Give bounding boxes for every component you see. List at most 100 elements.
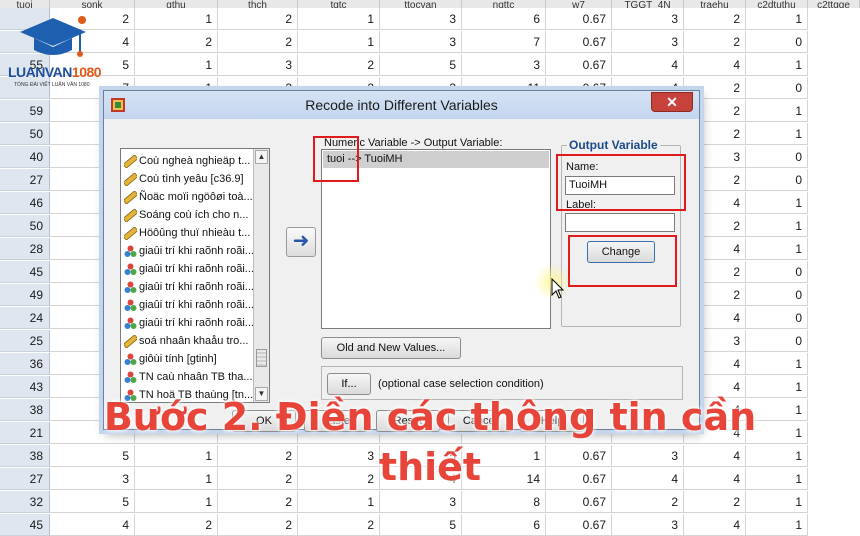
table-cell[interactable]: 2 — [684, 31, 746, 53]
source-variable-item[interactable]: Coù tình yeâu [c36.9] — [121, 170, 253, 188]
table-cell[interactable]: 2 — [218, 8, 298, 30]
table-row[interactable]: 2 1 2 1 3 6 0.67 3 2 1 — [0, 8, 860, 30]
table-cell[interactable]: 0 — [746, 169, 808, 191]
column-header[interactable]: thch — [218, 0, 298, 8]
table-cell[interactable]: 0.67 — [546, 31, 612, 53]
row-number[interactable]: 40 — [0, 146, 50, 168]
table-cell[interactable]: 3 — [462, 54, 546, 76]
row-number[interactable]: 27 — [0, 169, 50, 191]
table-cell[interactable]: 1 — [298, 31, 380, 53]
scroll-thumb[interactable] — [256, 349, 267, 367]
table-cell[interactable]: 0 — [746, 330, 808, 352]
table-cell[interactable]: 4 — [684, 514, 746, 536]
table-row[interactable]: 55 5 1 3 2 5 3 0.67 4 4 1 — [0, 54, 860, 76]
table-cell[interactable]: 0 — [746, 307, 808, 329]
table-cell[interactable]: 3 — [218, 54, 298, 76]
source-variable-list[interactable]: Coù ngheà nghieäp t... Coù tình yeâu [c36… — [120, 148, 270, 403]
table-cell[interactable]: 2 — [612, 491, 684, 513]
row-number[interactable]: 46 — [0, 192, 50, 214]
table-cell[interactable]: 3 — [380, 8, 462, 30]
column-header[interactable]: gthu — [135, 0, 218, 8]
table-cell[interactable]: 1 — [746, 54, 808, 76]
table-cell[interactable]: 5 — [50, 491, 135, 513]
table-cell[interactable]: 1 — [746, 123, 808, 145]
old-new-values-button[interactable]: Old and New Values... — [321, 337, 461, 359]
table-cell[interactable]: 0 — [746, 77, 808, 99]
table-cell[interactable]: 1 — [746, 491, 808, 513]
table-cell[interactable]: 3 — [380, 31, 462, 53]
table-cell[interactable]: 5 — [380, 514, 462, 536]
table-cell[interactable]: 1 — [746, 215, 808, 237]
table-cell[interactable]: 2 — [135, 31, 218, 53]
source-variable-item[interactable]: giaûi trí khi raõnh roãi... — [121, 260, 253, 278]
table-cell[interactable]: 6 — [462, 514, 546, 536]
table-row[interactable]: 32 5 1 2 1 3 8 0.67 2 2 1 — [0, 491, 860, 513]
row-number[interactable]: 24 — [0, 307, 50, 329]
table-cell[interactable]: 1 — [298, 8, 380, 30]
table-cell[interactable]: 3 — [380, 491, 462, 513]
source-variable-item[interactable]: TN caù nhaân TB tha... — [121, 368, 253, 386]
table-cell[interactable]: 5 — [380, 54, 462, 76]
row-number[interactable]: 36 — [0, 353, 50, 375]
row-number[interactable]: 50 — [0, 123, 50, 145]
table-row[interactable]: 4 2 2 1 3 7 0.67 3 2 0 — [0, 31, 860, 53]
table-cell[interactable]: 0 — [746, 31, 808, 53]
column-header[interactable]: ngttc — [462, 0, 546, 8]
table-cell[interactable]: 3 — [612, 31, 684, 53]
label-input[interactable] — [565, 213, 675, 232]
row-number[interactable]: 45 — [0, 261, 50, 283]
table-cell[interactable]: 1 — [135, 54, 218, 76]
column-header[interactable]: TGGT_4N — [612, 0, 684, 8]
table-cell[interactable]: 2 — [218, 31, 298, 53]
row-number[interactable]: 49 — [0, 284, 50, 306]
table-cell[interactable]: 0 — [746, 261, 808, 283]
row-number[interactable]: 45 — [0, 514, 50, 536]
table-cell[interactable]: 1 — [746, 100, 808, 122]
table-cell[interactable]: 6 — [462, 8, 546, 30]
table-cell[interactable]: 1 — [746, 192, 808, 214]
column-header[interactable]: ttocvan — [380, 0, 462, 8]
scroll-up-icon[interactable]: ▲ — [255, 150, 268, 164]
column-header[interactable]: tuoi — [0, 0, 50, 8]
table-cell[interactable]: 1 — [746, 514, 808, 536]
table-cell[interactable]: 2 — [684, 8, 746, 30]
row-number[interactable]: 25 — [0, 330, 50, 352]
table-cell[interactable]: 0.67 — [546, 491, 612, 513]
table-cell[interactable]: 0 — [746, 146, 808, 168]
table-cell[interactable]: 2 — [298, 54, 380, 76]
source-variable-item[interactable]: giaûi trí khi raõnh roãi... — [121, 314, 253, 332]
column-header[interactable]: c2dtuthu — [746, 0, 808, 8]
source-variable-item[interactable]: Höôûng thuï nhieàu t... — [121, 224, 253, 242]
source-variable-item[interactable]: Ñoäc moïi ngöôøi toà... — [121, 188, 253, 206]
table-cell[interactable]: 1 — [746, 8, 808, 30]
table-cell[interactable]: 0 — [746, 284, 808, 306]
source-variable-item[interactable]: giaûi trí khi raõnh roãi... — [121, 278, 253, 296]
table-cell[interactable]: 4 — [684, 54, 746, 76]
source-variable-item[interactable]: giaûi trí khi raõnh roãi... — [121, 296, 253, 314]
table-cell[interactable]: 8 — [462, 491, 546, 513]
table-cell[interactable]: 7 — [462, 31, 546, 53]
table-cell[interactable]: 1 — [135, 8, 218, 30]
source-variable-item[interactable]: giôùi tính [gtinh] — [121, 350, 253, 368]
row-number[interactable]: 28 — [0, 238, 50, 260]
source-list-scrollbar[interactable]: ▲ ▼ — [253, 149, 269, 402]
table-cell[interactable]: 4 — [50, 514, 135, 536]
table-cell[interactable]: 2 — [218, 491, 298, 513]
source-variable-item[interactable]: Soáng coù ích cho n... — [121, 206, 253, 224]
table-cell[interactable]: 0.67 — [546, 514, 612, 536]
column-header[interactable]: w7 — [546, 0, 612, 8]
row-number[interactable]: 32 — [0, 491, 50, 513]
table-cell[interactable]: 1 — [746, 238, 808, 260]
table-cell[interactable]: 1 — [746, 353, 808, 375]
column-header[interactable]: c2ttgge — [808, 0, 860, 8]
column-header[interactable]: tgtc — [298, 0, 380, 8]
column-header[interactable]: sonk — [50, 0, 135, 8]
table-cell[interactable]: 2 — [684, 491, 746, 513]
row-number[interactable]: 50 — [0, 215, 50, 237]
dialog-titlebar[interactable]: Recode into Different Variables ✕ — [104, 91, 699, 119]
table-cell[interactable]: 2 — [298, 514, 380, 536]
move-variable-button[interactable]: ➜ — [286, 227, 316, 257]
table-cell[interactable]: 3 — [612, 8, 684, 30]
table-cell[interactable]: 0.67 — [546, 54, 612, 76]
table-cell[interactable]: 1 — [298, 491, 380, 513]
